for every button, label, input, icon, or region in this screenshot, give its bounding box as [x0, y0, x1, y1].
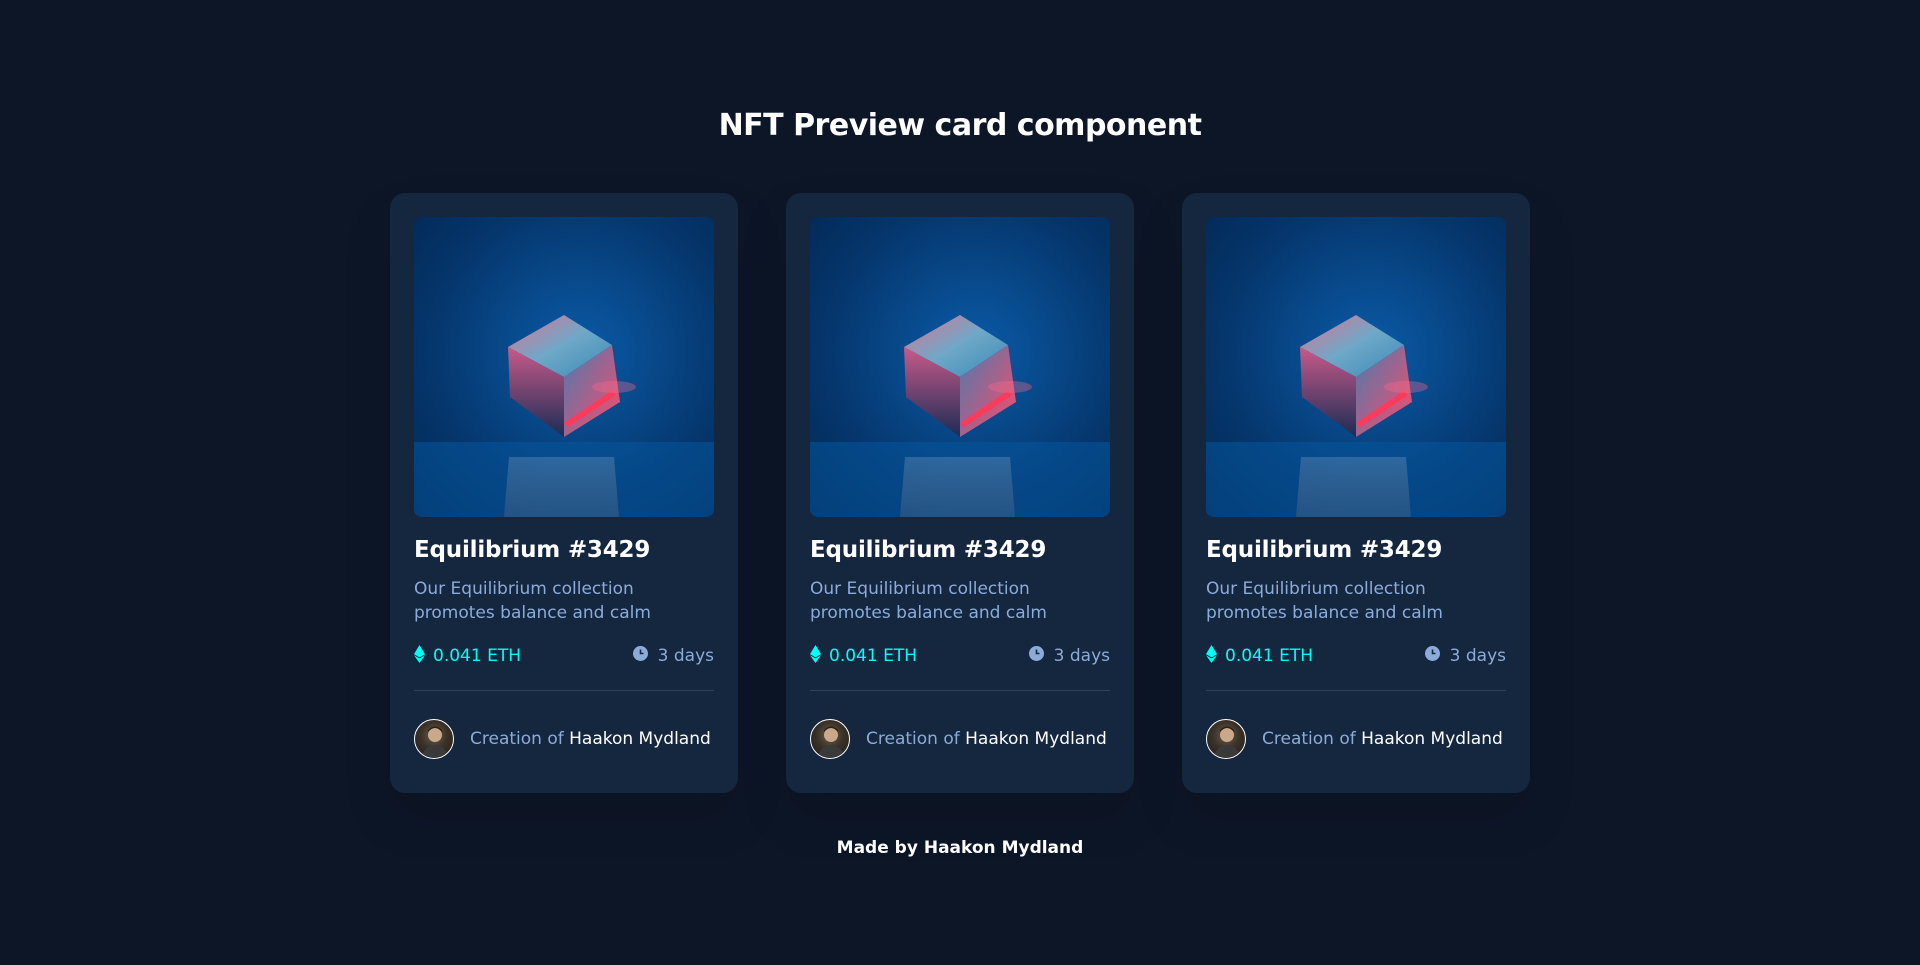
nft-card: Equilibrium #3429 Our Equilibrium collec…: [786, 193, 1134, 793]
creator-text: Creation of Haakon Mydland: [1262, 729, 1503, 749]
creator: Creation of Haakon Mydland: [414, 719, 714, 759]
card-title[interactable]: Equilibrium #3429: [810, 537, 1110, 563]
divider: [810, 690, 1110, 691]
card-meta: 0.041 ETH 3 days: [414, 643, 714, 669]
card-description: Our Equilibrium collection promotes bala…: [414, 579, 651, 623]
clock-icon: [1028, 646, 1044, 666]
nft-card: Equilibrium #3429 Our Equilibrium collec…: [1182, 193, 1530, 793]
time-left: 3 days: [1424, 646, 1506, 666]
price-value: 0.041 ETH: [829, 646, 917, 666]
avatar: [810, 719, 850, 759]
time-left: 3 days: [632, 646, 714, 666]
creator: Creation of Haakon Mydland: [1206, 719, 1506, 759]
creator-name-link[interactable]: Haakon Mydland: [569, 729, 711, 749]
ethereum-icon: [1206, 644, 1217, 668]
creator-text: Creation of Haakon Mydland: [866, 729, 1107, 749]
crystal-cube-image: [414, 315, 714, 517]
time-left-value: 3 days: [1449, 646, 1506, 666]
creator: Creation of Haakon Mydland: [810, 719, 1110, 759]
time-left-value: 3 days: [1053, 646, 1110, 666]
card-description: Our Equilibrium collection promotes bala…: [1206, 579, 1443, 623]
price: 0.041 ETH: [810, 644, 917, 668]
price: 0.041 ETH: [414, 644, 521, 668]
page-title: NFT Preview card component: [718, 108, 1202, 143]
footer-credit: Made by Haakon Mydland: [836, 838, 1084, 858]
crystal-cube-image: [1206, 315, 1506, 517]
nft-image-equilibrium[interactable]: [810, 217, 1110, 517]
nft-image-equilibrium[interactable]: [1206, 217, 1506, 517]
creator-prefix: Creation of: [866, 729, 960, 749]
crystal-cube-image: [810, 315, 1110, 517]
card-title[interactable]: Equilibrium #3429: [414, 537, 714, 563]
avatar: [1206, 719, 1246, 759]
time-left: 3 days: [1028, 646, 1110, 666]
nft-image-equilibrium[interactable]: [414, 217, 714, 517]
clock-icon: [632, 646, 648, 666]
price-value: 0.041 ETH: [1225, 646, 1313, 666]
time-left-value: 3 days: [657, 646, 714, 666]
card-title[interactable]: Equilibrium #3429: [1206, 537, 1506, 563]
avatar: [414, 719, 454, 759]
creator-text: Creation of Haakon Mydland: [470, 729, 711, 749]
card-meta: 0.041 ETH 3 days: [1206, 643, 1506, 669]
card-description: Our Equilibrium collection promotes bala…: [810, 579, 1047, 623]
price: 0.041 ETH: [1206, 644, 1313, 668]
divider: [414, 690, 714, 691]
card-meta: 0.041 ETH 3 days: [810, 643, 1110, 669]
clock-icon: [1424, 646, 1440, 666]
ethereum-icon: [810, 644, 821, 668]
creator-name-link[interactable]: Haakon Mydland: [965, 729, 1107, 749]
creator-prefix: Creation of: [470, 729, 564, 749]
divider: [1206, 690, 1506, 691]
creator-prefix: Creation of: [1262, 729, 1356, 749]
ethereum-icon: [414, 644, 425, 668]
cards-row: Equilibrium #3429 Our Equilibrium collec…: [390, 193, 1530, 793]
creator-name-link[interactable]: Haakon Mydland: [1361, 729, 1503, 749]
nft-card: Equilibrium #3429 Our Equilibrium collec…: [390, 193, 738, 793]
price-value: 0.041 ETH: [433, 646, 521, 666]
